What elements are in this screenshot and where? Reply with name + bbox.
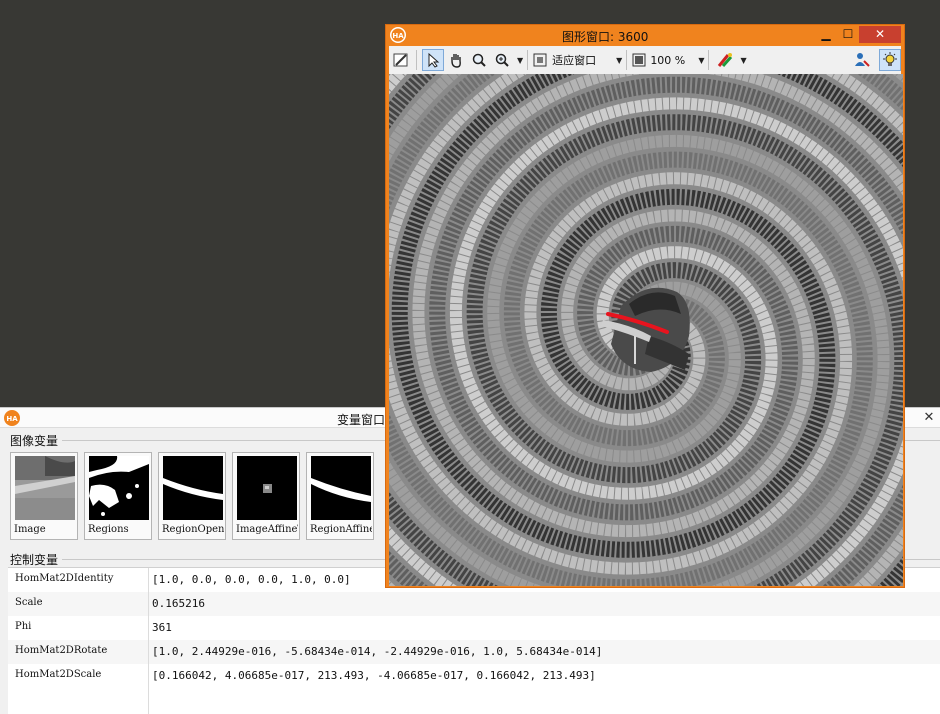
image-variables-group-label: 图像变量 bbox=[10, 432, 62, 449]
control-variable-name: Phi bbox=[8, 616, 149, 640]
control-variables-group-label: 控制变量 bbox=[10, 551, 62, 568]
thumbnail-label: Image bbox=[14, 524, 46, 535]
table-name-column-filler bbox=[8, 688, 149, 714]
halcon-logo-icon: HA bbox=[4, 410, 20, 426]
image-thumbnail-image[interactable]: Image bbox=[10, 452, 78, 540]
image-thumbnail-region-affine-trans[interactable]: RegionAffineTrans bbox=[306, 452, 374, 540]
light-bulb-icon[interactable] bbox=[879, 49, 901, 71]
thumbnail-label: Regions bbox=[88, 524, 129, 535]
control-variable-value: 361 bbox=[152, 621, 172, 634]
thumbnail-label: ImageAffineTrans bbox=[236, 524, 298, 535]
variable-window-title: 变量窗口 bbox=[337, 413, 386, 427]
graphics-window-titlebar[interactable]: HA 图形窗口: 3600 ▁ ☐ ✕ bbox=[386, 25, 904, 45]
magnifier-icon[interactable] bbox=[468, 49, 490, 71]
toolbar-separator bbox=[527, 50, 529, 70]
region-opening-thumbnail-graphic bbox=[163, 456, 223, 520]
zoom-percent-icon bbox=[632, 53, 646, 67]
minimize-button[interactable]: ▁ bbox=[815, 26, 837, 43]
image-thumbnail-graphic bbox=[15, 456, 75, 520]
graphics-window: HA 图形窗口: 3600 ▁ ☐ ✕ ▼ 适应窗口 ▼ 100 % ▼ ▼ bbox=[385, 24, 905, 588]
thumbnail-label: RegionAffineTrans bbox=[310, 524, 372, 535]
control-variable-value: [0.166042, 4.06685e-017, 213.493, -4.066… bbox=[152, 669, 596, 682]
control-variable-name: HomMat2DIdentity bbox=[8, 568, 149, 592]
svg-text:HA: HA bbox=[392, 32, 404, 40]
edit-pen-icon[interactable] bbox=[390, 49, 412, 71]
table-row[interactable]: HomMat2DRotate [1.0, 2.44929e-016, -5.68… bbox=[8, 640, 940, 664]
chevron-down-icon: ▼ bbox=[698, 55, 705, 65]
table-empty-area bbox=[8, 688, 940, 714]
control-variable-name: HomMat2DScale bbox=[8, 664, 149, 688]
image-variables-list: Image Regions RegionOpening bbox=[10, 452, 385, 540]
maximize-button[interactable]: ☐ bbox=[837, 26, 859, 43]
chevron-down-icon[interactable]: ▼ bbox=[517, 56, 523, 65]
graphics-canvas[interactable] bbox=[389, 74, 903, 586]
table-row[interactable]: Scale 0.165216 bbox=[8, 592, 940, 616]
control-variable-value: 0.165216 bbox=[152, 597, 205, 610]
swirl-transformed-image bbox=[389, 74, 903, 586]
zoom-mode-select[interactable]: 适应窗口 ▼ bbox=[532, 49, 622, 71]
halcon-logo-icon: HA bbox=[390, 27, 406, 43]
pointer-arrow-icon[interactable] bbox=[422, 49, 444, 71]
regions-thumbnail-graphic bbox=[89, 456, 149, 520]
close-icon[interactable]: ✕ bbox=[921, 410, 937, 426]
close-button[interactable]: ✕ bbox=[859, 26, 901, 43]
color-palette-icon[interactable] bbox=[714, 49, 736, 71]
image-thumbnail-region-opening[interactable]: RegionOpening bbox=[158, 452, 226, 540]
hand-pan-icon[interactable] bbox=[445, 49, 467, 71]
graphics-toolbar: ▼ 适应窗口 ▼ 100 % ▼ ▼ bbox=[389, 46, 901, 74]
zoom-percent-select[interactable]: 100 % ▼ bbox=[631, 49, 704, 71]
chevron-down-icon: ▼ bbox=[616, 55, 623, 65]
toolbar-separator bbox=[708, 50, 710, 70]
control-variable-name: HomMat2DRotate bbox=[8, 640, 149, 664]
control-variable-name: Scale bbox=[8, 592, 149, 616]
toolbar-separator bbox=[626, 50, 628, 70]
zoom-mode-value: 适应窗口 bbox=[552, 54, 597, 67]
table-row[interactable]: Phi 361 bbox=[8, 616, 940, 640]
chevron-down-icon[interactable]: ▼ bbox=[740, 56, 746, 65]
table-row[interactable]: HomMat2DScale [0.166042, 4.06685e-017, 2… bbox=[8, 664, 940, 688]
zoom-in-icon[interactable] bbox=[491, 49, 513, 71]
graphics-window-title: 图形窗口: 3600 bbox=[562, 30, 649, 44]
control-variable-value: [1.0, 2.44929e-016, -5.68434e-014, -2.44… bbox=[152, 645, 603, 658]
image-thumbnail-regions[interactable]: Regions bbox=[84, 452, 152, 540]
image-affine-trans-thumbnail-graphic bbox=[237, 456, 297, 520]
toolbar-separator bbox=[416, 50, 417, 70]
image-thumbnail-image-affine-trans[interactable]: ImageAffineTrans bbox=[232, 452, 300, 540]
region-affine-trans-thumbnail-graphic bbox=[311, 456, 371, 520]
fit-window-icon bbox=[533, 53, 547, 67]
control-variables-table: HomMat2DIdentity [1.0, 0.0, 0.0, 0.0, 1.… bbox=[8, 567, 940, 714]
thumbnail-label: RegionOpening bbox=[162, 524, 224, 535]
zoom-percent-value: 100 % bbox=[650, 53, 686, 67]
svg-text:HA: HA bbox=[6, 415, 18, 423]
inspect-person-icon[interactable] bbox=[851, 49, 873, 71]
